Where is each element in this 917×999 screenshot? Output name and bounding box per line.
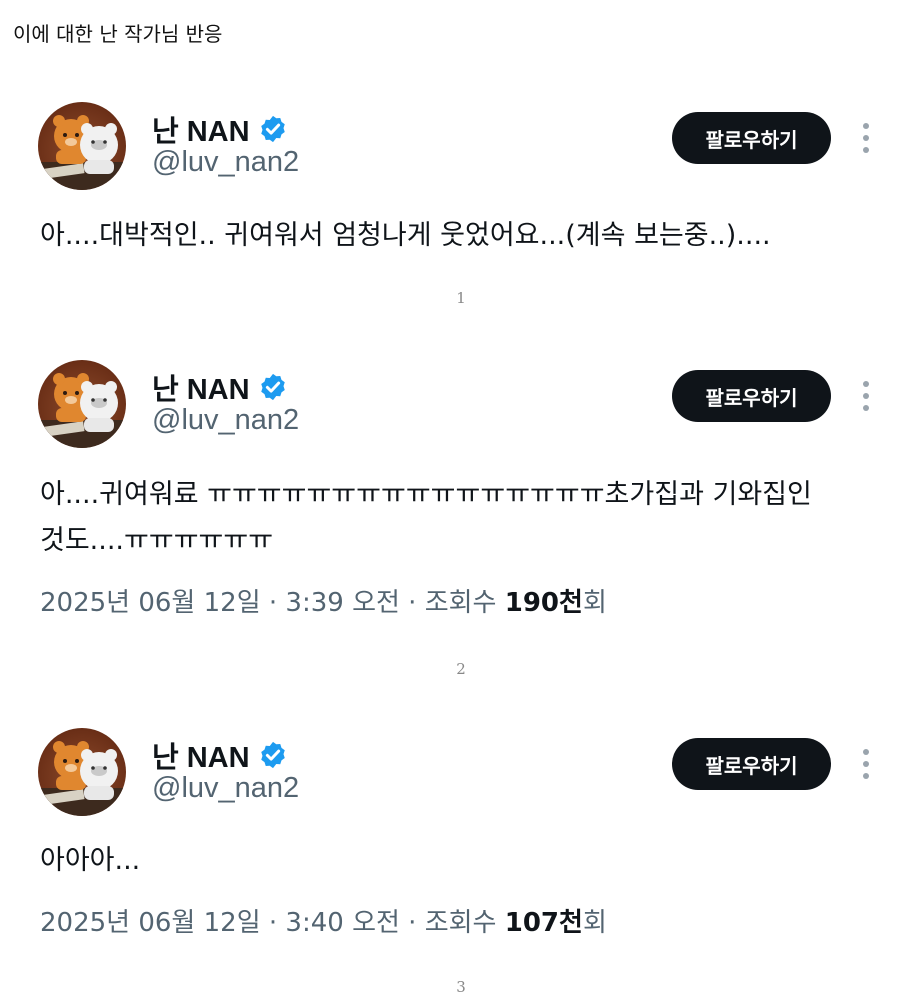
intro-text: 이에 대한 난 작가님 반응 [13,22,223,46]
views-label: 조회수 [424,588,505,618]
verified-badge-icon [260,373,285,401]
page-number: 3 [456,978,466,996]
tweet-text: 아....귀여워료 ㅠㅠㅠㅠㅠㅠㅠㅠㅠㅠㅠㅠㅠㅠㅠㅠ초가집과 기와집인 것도..… [40,472,870,564]
author-handle[interactable]: @luv_nan2 [152,772,299,805]
views-suffix: 회 [582,588,607,618]
tweet-text-line: 아....귀여워료 ㅠㅠㅠㅠㅠㅠㅠㅠㅠㅠㅠㅠㅠㅠㅠㅠ초가집과 기와집인 [40,479,812,510]
tweet-text-line: 것도....ㅠㅠㅠㅠㅠㅠ [40,525,274,556]
follow-button[interactable]: 팔로우하기 [672,112,831,164]
views-label: 조회수 [424,908,505,938]
avatar[interactable] [38,102,126,190]
verified-badge-icon [260,741,285,769]
tweet-text: 아....대박적인.. 귀여워서 엄청나게 웃었어요...(계속 보는중..).… [40,213,870,259]
author-name[interactable]: 난 NAN [152,366,250,408]
author-name-row[interactable]: 난 NAN [152,366,288,408]
more-options-icon[interactable] [855,746,877,782]
avatar[interactable] [38,728,126,816]
author-handle[interactable]: @luv_nan2 [152,146,299,179]
author-name-row[interactable]: 난 NAN [152,734,288,776]
author-handle[interactable]: @luv_nan2 [152,404,299,437]
author-name[interactable]: 난 NAN [152,108,250,150]
views-count: 107천 [504,908,583,938]
more-options-icon[interactable] [855,378,877,414]
verified-badge-icon [260,115,285,143]
more-options-icon[interactable] [855,120,877,156]
tweet-timestamp[interactable]: 2025년 06월 12일 · 3:39 오전 · [40,588,425,618]
author-name-row[interactable]: 난 NAN [152,108,288,150]
tweet-text-line: 아....대박적인.. 귀여워서 엄청나게 웃었어요...(계속 보는중..).… [40,220,771,251]
follow-button[interactable]: 팔로우하기 [672,370,831,422]
tweet-text: 아아아... [40,838,870,884]
views-count: 190천 [504,588,583,618]
tweet-meta: 2025년 06월 12일 · 3:39 오전 · 조회수 190천회 [40,582,607,619]
author-name[interactable]: 난 NAN [152,734,250,776]
views-suffix: 회 [582,908,607,938]
tweet-text-line: 아아아... [40,845,141,876]
tweet-meta: 2025년 06월 12일 · 3:40 오전 · 조회수 107천회 [40,902,607,939]
avatar[interactable] [38,360,126,448]
page-number: 1 [456,289,466,307]
tweet-timestamp[interactable]: 2025년 06월 12일 · 3:40 오전 · [40,908,425,938]
page-number: 2 [456,660,466,678]
follow-button[interactable]: 팔로우하기 [672,738,831,790]
